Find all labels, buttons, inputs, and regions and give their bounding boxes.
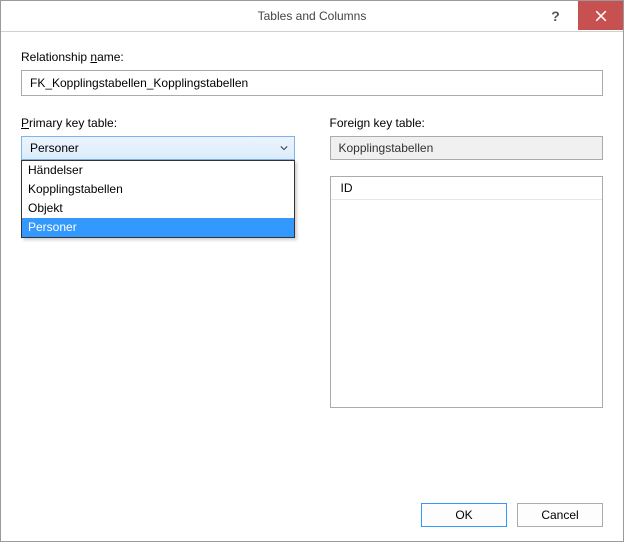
dropdown-item[interactable]: Personer: [22, 218, 294, 237]
help-button[interactable]: ?: [533, 1, 578, 30]
titlebar: Tables and Columns ?: [1, 1, 623, 32]
chevron-down-icon: [280, 144, 288, 152]
foreign-key-table-field: Kopplingstabellen: [330, 136, 604, 160]
table-row-columns: Primary key table: Personer HändelserKop…: [21, 116, 603, 408]
titlebar-buttons: ?: [533, 1, 623, 31]
ok-button[interactable]: OK: [421, 503, 507, 527]
dialog-content: Relationship name: Primary key table: Pe…: [1, 32, 623, 541]
dropdown-item[interactable]: Objekt: [22, 199, 294, 218]
grid-cell[interactable]: ID: [331, 177, 603, 200]
relationship-name-input[interactable]: [21, 70, 603, 96]
cancel-button[interactable]: Cancel: [517, 503, 603, 527]
primary-key-table-label: Primary key table:: [21, 116, 295, 130]
dialog-window: Tables and Columns ? Relationship name: …: [0, 0, 624, 542]
primary-key-column: Primary key table: Personer HändelserKop…: [21, 116, 295, 408]
combo-field[interactable]: Personer: [21, 136, 295, 160]
close-button[interactable]: [578, 1, 623, 30]
close-icon: [595, 10, 607, 22]
primary-key-dropdown-list[interactable]: HändelserKopplingstabellenObjektPersoner: [21, 160, 295, 238]
window-title: Tables and Columns: [1, 9, 623, 23]
dropdown-item[interactable]: Kopplingstabellen: [22, 180, 294, 199]
help-icon: ?: [551, 8, 560, 24]
relationship-name-label: Relationship name:: [21, 50, 603, 64]
combo-selected-text: Personer: [30, 141, 79, 155]
foreign-columns-grid[interactable]: ID: [330, 176, 604, 408]
foreign-key-column: Foreign key table: Kopplingstabellen ID: [330, 116, 604, 408]
dropdown-item[interactable]: Händelser: [22, 161, 294, 180]
foreign-key-table-value: Kopplingstabellen: [339, 141, 434, 155]
primary-key-table-combo[interactable]: Personer HändelserKopplingstabellenObjek…: [21, 136, 295, 160]
dialog-button-row: OK Cancel: [421, 503, 603, 527]
foreign-key-table-label: Foreign key table:: [330, 116, 604, 130]
